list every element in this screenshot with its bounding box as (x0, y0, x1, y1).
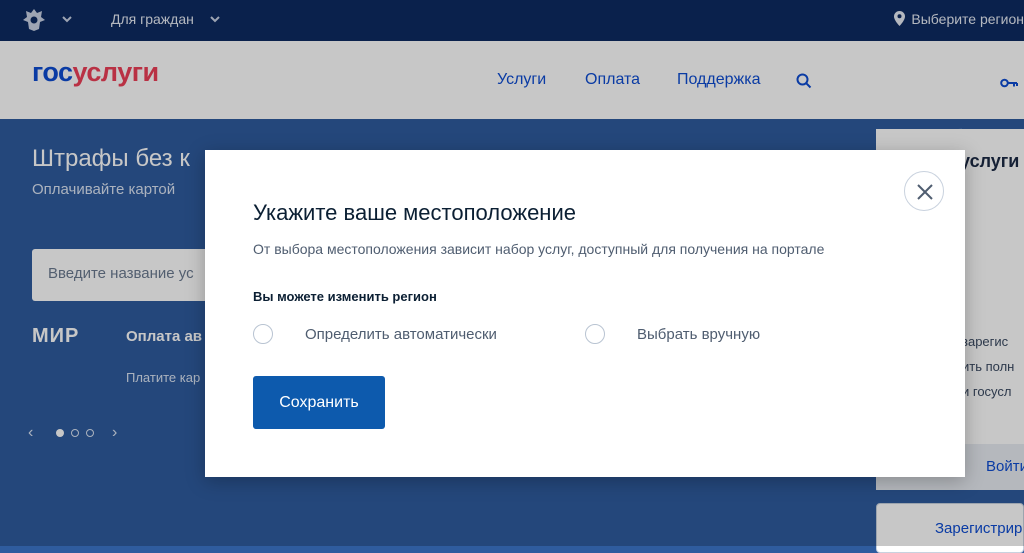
radio-circle[interactable] (253, 324, 273, 344)
radio-auto-detect[interactable]: Определить автоматически (253, 324, 513, 346)
close-button[interactable] (904, 171, 944, 211)
radio-manual[interactable]: Выбрать вручную (585, 324, 785, 346)
radio-label: Определить автоматически (305, 326, 497, 343)
save-button[interactable]: Сохранить (253, 376, 385, 429)
region-change-label: Вы можете изменить регион (253, 289, 437, 304)
modal-description: От выбора местоположения зависит набор у… (253, 241, 825, 257)
radio-circle[interactable] (585, 324, 605, 344)
modal-title: Укажите ваше местоположение (253, 200, 576, 225)
radio-label: Выбрать вручную (637, 326, 761, 343)
close-icon (917, 184, 933, 200)
location-modal: Укажите ваше местоположение От выбора ме… (205, 150, 965, 477)
